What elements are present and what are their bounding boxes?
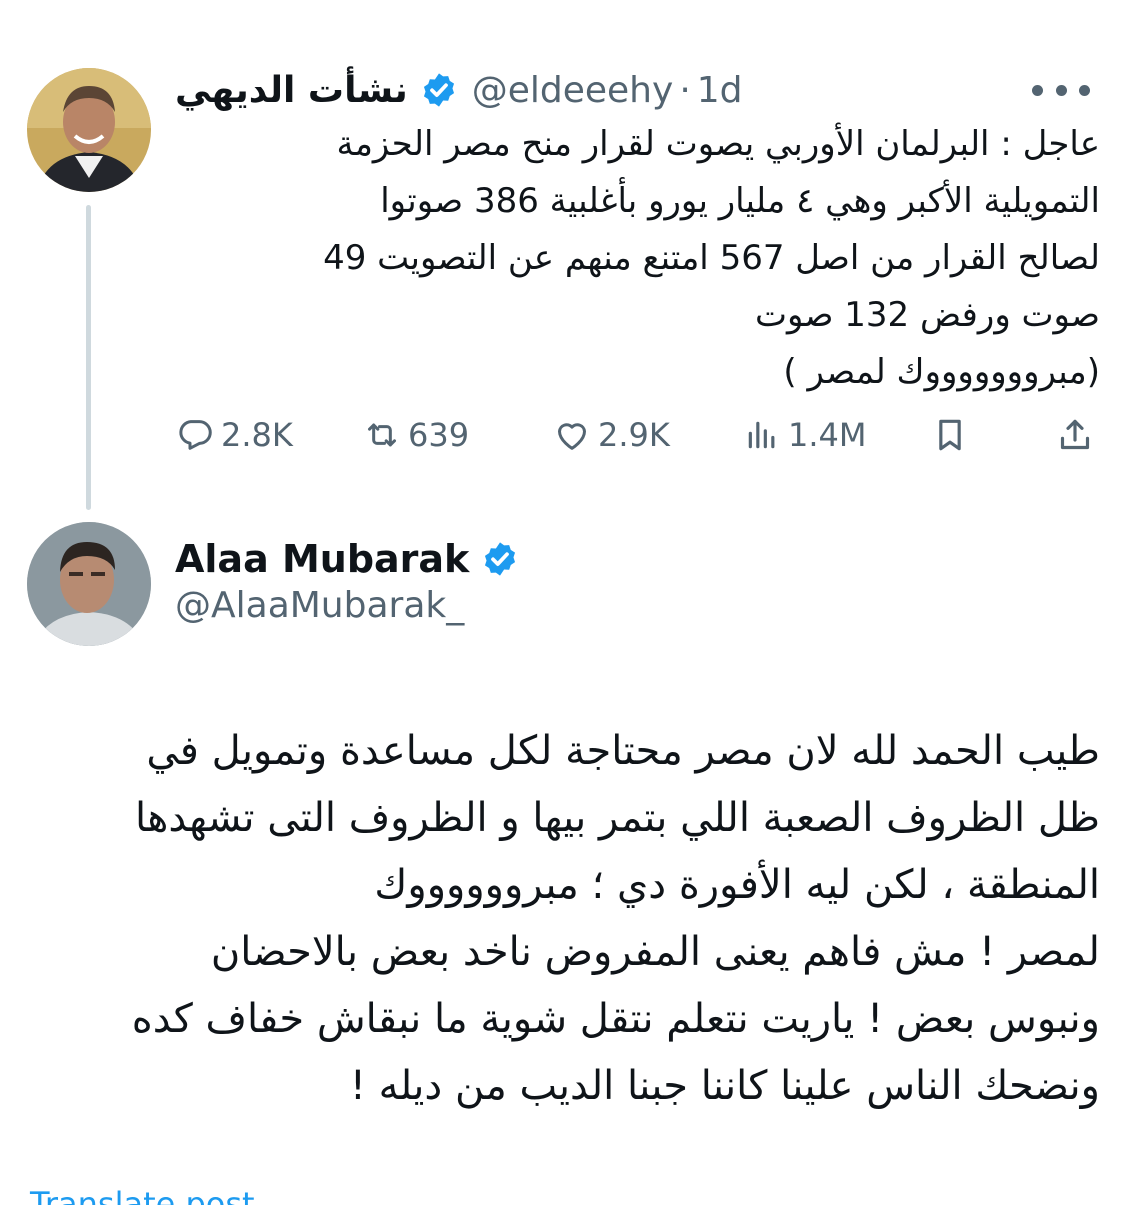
like-button[interactable]: 2.9K [552, 405, 670, 465]
meta-separator: · [679, 69, 691, 111]
reply-bubble-icon [179, 420, 212, 450]
author-handle[interactable]: @eldeeehy [472, 70, 674, 111]
tweet-text-line: ونبوس بعض ! ياريت نتعلم نتقل شوية ما نبق… [131, 996, 1100, 1042]
heart-icon [558, 423, 586, 450]
share-button[interactable] [1055, 405, 1101, 465]
reply-count: 2.8K [221, 416, 293, 454]
reply-author-handle[interactable]: @AlaaMubarak_ [175, 585, 464, 626]
tweet-text-line: صوت ورفض 132 صوت [755, 295, 1100, 335]
reply-button[interactable]: 2.8K [175, 405, 293, 465]
author-avatar[interactable] [27, 68, 151, 192]
verified-badge-icon[interactable] [420, 71, 458, 109]
translate-post-link[interactable]: Translate post [30, 1185, 255, 1205]
reply-author-name[interactable]: Alaa Mubarak [175, 537, 469, 581]
views-count: 1.4M [788, 416, 867, 454]
tweet-text-line: لمصر ! مش فاهم يعنى المفروض ناخد بعض بال… [210, 929, 1100, 975]
tweet-text-line: لصالح القرار من اصل 567 امتنع منهم عن ال… [323, 238, 1100, 278]
tweet-text-line: طيب الحمد لله لان مصر محتاجة لكل مساعدة … [146, 728, 1100, 774]
bookmark-button[interactable] [930, 405, 976, 465]
like-count: 2.9K [598, 416, 670, 454]
avatar-photo-icon [27, 522, 151, 646]
original-tweet-text: عاجل : البرلمان الأوربي يصوت لقرار منح م… [160, 116, 1100, 401]
tweet-text-line: عاجل : البرلمان الأوربي يصوت لقرار منح م… [336, 124, 1100, 164]
reply-tweet-header: Alaa Mubarak [175, 533, 519, 585]
views-bars-icon [748, 421, 775, 449]
repost-arrows-icon [368, 423, 396, 447]
tweet-action-bar: 2.8K 639 2.9K 1.4M [175, 405, 1100, 465]
repost-button[interactable]: 639 [362, 405, 469, 465]
tweet-text-line: (مبروووووووك لمصر ) [783, 352, 1100, 392]
avatar-photo-icon [27, 68, 151, 192]
tweet-text-line: التمويلية الأكبر وهي ٤ مليار يورو بأغلبي… [380, 181, 1100, 221]
bookmark-icon [939, 419, 961, 451]
verified-badge-icon[interactable] [481, 540, 519, 578]
repost-count: 639 [408, 416, 470, 454]
more-dots-icon[interactable] [1032, 76, 1090, 104]
author-name[interactable]: نشأت الديهي [175, 70, 408, 111]
views-button[interactable]: 1.4M [742, 405, 867, 465]
original-tweet-header: نشأت الديهي @eldeeehy · 1d [175, 62, 1095, 118]
thread-connector-line [86, 205, 91, 510]
share-upload-icon [1060, 419, 1090, 450]
reply-author-avatar[interactable] [27, 522, 151, 646]
tweet-text-line: المنطقة ، لكن ليه الأفورة دي ؛ مبروووووو… [374, 862, 1100, 908]
reply-tweet-text: طيب الحمد لله لان مصر محتاجة لكل مساعدة … [30, 718, 1100, 1120]
tweet-text-line: ظل الظروف الصعبة اللي بتمر بيها و الظروف… [135, 795, 1100, 841]
tweet-text-line: ونضحك الناس علينا كاننا جبنا الديب من دي… [349, 1063, 1100, 1109]
post-timestamp[interactable]: 1d [697, 70, 743, 111]
